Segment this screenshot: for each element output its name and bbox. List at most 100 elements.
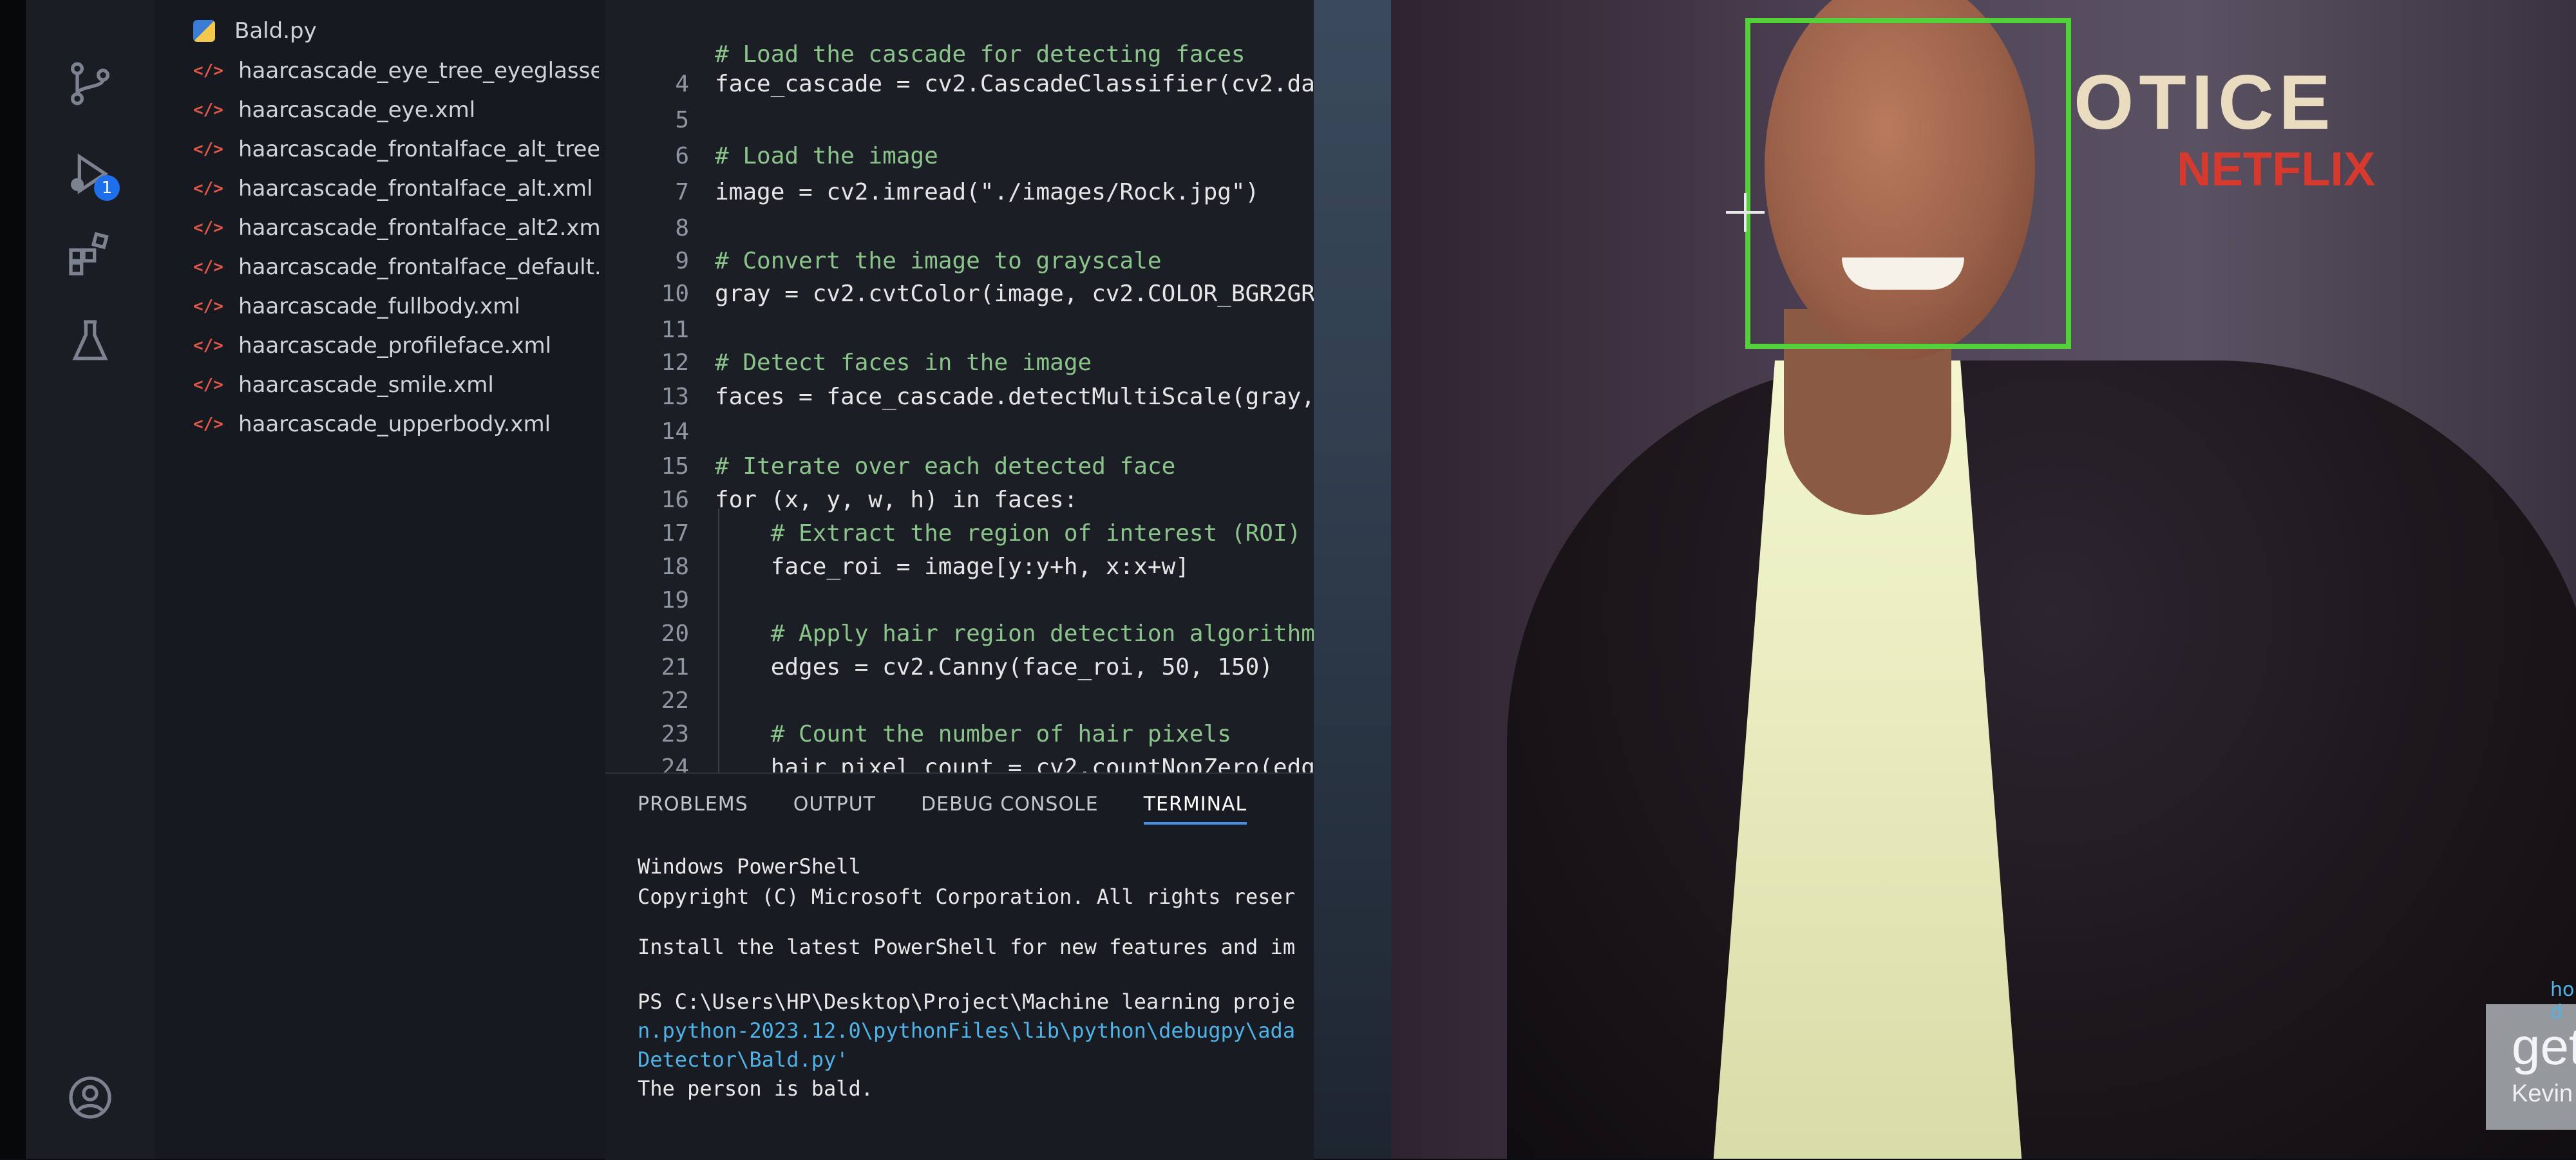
terminal-output-result: The person is bald. <box>638 1076 874 1101</box>
code-line: face_roi = image[y:y+h, x:x+w] <box>715 554 1189 580</box>
xml-file-icon: </> <box>193 415 223 434</box>
window-edge <box>1314 0 1391 1159</box>
file-name: haarcascade_profileface.xml <box>238 333 552 359</box>
line-number: 5 <box>675 107 689 133</box>
code-line: gray = cv2.cvtColor(image, cv2.COLOR_BGR… <box>715 281 1314 307</box>
line-number: 21 <box>661 654 689 680</box>
line-number: 9 <box>675 248 689 274</box>
code-line: # Iterate over each detected face <box>715 453 1176 480</box>
tab-output[interactable]: OUTPUT <box>793 793 876 825</box>
code-line: # Load the cascade for detecting faces <box>715 41 1245 68</box>
terminal-line: Copyright (C) Microsoft Corporation. All… <box>638 884 1296 909</box>
terminal-line: Detector\Bald.py' <box>638 1047 849 1072</box>
file-item[interactable]: </> haarcascade_frontalface_default.... <box>193 248 599 286</box>
line-number: 22 <box>661 688 689 714</box>
file-item[interactable]: </> haarcascade_upperbody.xml <box>193 405 599 444</box>
code-line: # Count the number of hair pixels <box>715 721 1231 747</box>
line-number: 7 <box>675 179 689 205</box>
xml-file-icon: </> <box>193 257 223 277</box>
xml-file-icon: </> <box>193 179 223 198</box>
file-item[interactable]: </> haarcascade_smile.xml <box>193 366 599 404</box>
bottom-panel: PROBLEMS OUTPUT DEBUG CONSOLE TERMINAL W… <box>605 772 1314 1160</box>
code-line: faces = face_cascade.detectMultiScale(gr… <box>715 384 1314 410</box>
file-item[interactable]: </> haarcascade_profileface.xml <box>193 326 599 365</box>
file-item[interactable]: </> haarcascade_fullbody.xml <box>193 287 599 326</box>
file-item[interactable]: </> haarcascade_frontalface_alt2.xml <box>193 209 599 247</box>
file-item-bald-py[interactable]: Bald.py <box>193 12 599 50</box>
code-line: # Detect faces in the image <box>715 350 1092 376</box>
line-number: 8 <box>675 215 689 241</box>
code-line: # Extract the region of interest (ROI) f <box>715 520 1314 547</box>
file-item[interactable]: </> haarcascade_frontalface_alt_tree.... <box>193 130 599 169</box>
file-name: haarcascade_upperbody.xml <box>238 411 551 437</box>
file-item[interactable]: </> haarcascade_eye_tree_eyeglasse... <box>193 51 599 90</box>
line-number: 12 <box>661 350 689 376</box>
code-line: image = cv2.imread("./images/Rock.jpg") <box>715 179 1260 205</box>
xml-file-icon: </> <box>193 297 223 316</box>
file-item[interactable]: </> haarcascade_eye.xml <box>193 91 599 129</box>
backdrop-brand-text: NETFLIX <box>2177 142 2376 196</box>
line-number: 14 <box>661 418 689 445</box>
debug-badge: 1 <box>94 175 120 201</box>
code-line: for (x, y, w, h) in faces: <box>715 487 1078 513</box>
code-line: face_cascade = cv2.CascadeClassifier(cv2… <box>715 71 1314 97</box>
crosshair-cursor-icon <box>1726 193 1765 232</box>
line-number: 19 <box>661 587 689 613</box>
code-line: # Apply hair region detection algorithm <box>715 621 1314 647</box>
code-editor[interactable]: 4 5 6 7 8 9 10 11 12 13 14 15 16 17 18 1… <box>605 0 1314 772</box>
line-number: 24 <box>661 754 689 772</box>
panel-tabs: PROBLEMS OUTPUT DEBUG CONSOLE TERMINAL <box>638 793 1247 825</box>
line-number-gutter: 4 5 6 7 8 9 10 11 12 13 14 15 16 17 18 1… <box>605 0 689 772</box>
backdrop-sign-text: OTICE <box>2074 59 2336 145</box>
watermark-brand: gettyimages <box>2512 1018 2576 1075</box>
file-name: haarcascade_smile.xml <box>238 372 494 398</box>
line-number: 18 <box>661 554 689 580</box>
code-line: # Convert the image to grayscale <box>715 248 1162 274</box>
line-number: 23 <box>661 721 689 747</box>
code-line: # Load the image <box>715 143 938 169</box>
person-jacket <box>1507 360 2576 1159</box>
file-name: Bald.py <box>234 18 317 44</box>
python-file-icon <box>193 20 215 42</box>
xml-file-icon: </> <box>193 100 223 120</box>
line-number: 10 <box>661 281 689 307</box>
terminal-line: n.python-2023.12.0\pythonFiles\lib\pytho… <box>638 1018 1296 1043</box>
file-name: haarcascade_eye.xml <box>238 97 476 123</box>
activity-bar: 1 <box>26 0 156 1159</box>
xml-file-icon: </> <box>193 375 223 395</box>
line-number: 4 <box>675 71 689 97</box>
xml-file-icon: </> <box>193 218 223 238</box>
file-item[interactable]: </> haarcascade_frontalface_alt.xml <box>193 169 599 208</box>
file-name: haarcascade_frontalface_default.... <box>238 254 599 280</box>
screen-bezel <box>0 0 26 1159</box>
line-number: 11 <box>661 317 689 343</box>
line-number: 6 <box>675 143 689 169</box>
extensions-icon[interactable] <box>64 229 116 280</box>
face-detection-box <box>1745 18 2071 349</box>
file-name: haarcascade_fullbody.xml <box>238 294 520 319</box>
account-icon[interactable] <box>64 1072 116 1123</box>
code-line: hair_pixel_count = cv2.countNonZero(edge <box>715 754 1314 772</box>
line-number: 17 <box>661 520 689 547</box>
xml-file-icon: </> <box>193 140 223 159</box>
tab-problems[interactable]: PROBLEMS <box>638 793 748 825</box>
image-viewer-window: OTICE NETFLIX gettyimages Kevin Mazur ho… <box>1314 0 2576 1159</box>
file-name: haarcascade_frontalface_alt2.xml <box>238 215 599 241</box>
line-number: 16 <box>661 487 689 513</box>
testing-flask-icon[interactable] <box>64 315 116 367</box>
terminal-line: Windows PowerShell <box>638 854 861 879</box>
xml-file-icon: </> <box>193 61 223 80</box>
tab-terminal[interactable]: TERMINAL <box>1143 793 1247 825</box>
terminal-line: PS C:\Users\HP\Desktop\Project\Machine l… <box>638 989 1296 1014</box>
code-line: edges = cv2.Canny(face_roi, 50, 150) <box>715 654 1273 680</box>
file-explorer: Bald.py </> haarcascade_eye_tree_eyeglas… <box>155 0 605 1159</box>
source-control-icon[interactable] <box>64 58 116 109</box>
file-name: haarcascade_eye_tree_eyeglasse... <box>238 58 599 84</box>
tab-debug-console[interactable]: DEBUG CONSOLE <box>921 793 1099 825</box>
line-number: 20 <box>661 621 689 647</box>
watermark-credit: Kevin Mazur <box>2512 1080 2576 1107</box>
line-number: 15 <box>661 453 689 480</box>
run-debug-icon[interactable]: 1 <box>64 148 120 201</box>
line-number: 13 <box>661 384 689 410</box>
file-name: haarcascade_frontalface_alt.xml <box>238 176 593 201</box>
